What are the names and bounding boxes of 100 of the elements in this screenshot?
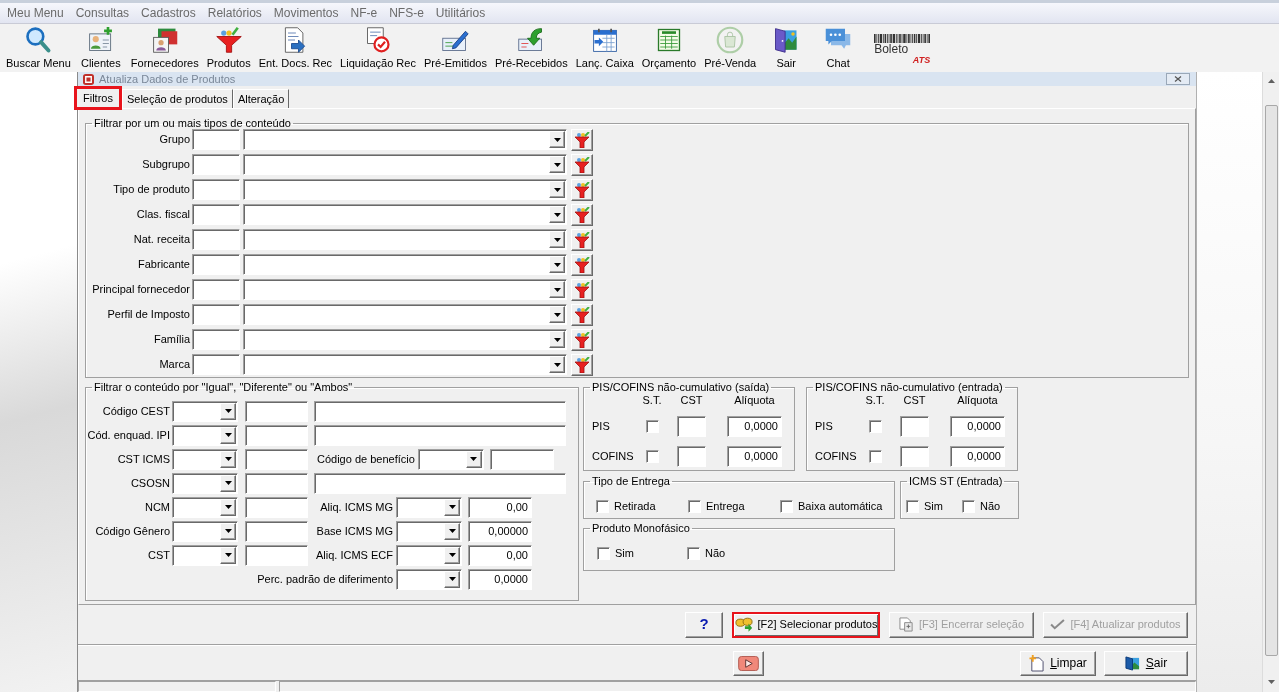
dropdown-button[interactable] [549, 256, 565, 273]
combo-box[interactable] [243, 204, 567, 225]
checkbox[interactable] [597, 547, 610, 560]
input-field[interactable] [192, 154, 240, 175]
checkbox[interactable] [596, 500, 609, 513]
checkbox[interactable] [687, 547, 700, 560]
checkbox[interactable] [645, 450, 659, 463]
combo-box[interactable] [396, 568, 462, 590]
dropdown-button[interactable] [220, 474, 236, 492]
scrollbar-thumb[interactable] [1264, 105, 1278, 656]
input-field[interactable] [192, 304, 240, 325]
input-field[interactable] [677, 446, 706, 467]
input-field[interactable] [677, 416, 706, 437]
input-field[interactable] [192, 179, 240, 200]
combo-box[interactable] [172, 448, 238, 470]
input-field[interactable] [314, 424, 566, 446]
filter-button[interactable] [571, 178, 593, 201]
combo-box[interactable] [172, 520, 238, 542]
dropdown-button[interactable] [549, 131, 565, 148]
input-field[interactable]: 0,0000 [727, 446, 782, 467]
combo-box[interactable] [172, 544, 238, 566]
menu-item[interactable]: Movimentos [267, 6, 345, 20]
combo-box[interactable] [243, 229, 567, 250]
filter-button[interactable] [571, 228, 593, 251]
menu-item[interactable]: Relatórios [201, 6, 268, 20]
checkbox[interactable] [645, 420, 659, 433]
dropdown-button[interactable] [444, 546, 460, 564]
dropdown-button[interactable] [549, 306, 565, 323]
help-button[interactable]: ? [685, 611, 723, 638]
dropdown-button[interactable] [549, 356, 565, 373]
menu-item[interactable]: Meu Menu [1, 6, 70, 20]
input-field[interactable]: 0,0000 [950, 416, 1005, 437]
combo-box[interactable] [172, 400, 238, 422]
combo-box[interactable] [172, 472, 238, 494]
combo-box[interactable] [396, 520, 462, 542]
dropdown-button[interactable] [444, 570, 460, 588]
filter-button[interactable] [571, 203, 593, 226]
dropdown-button[interactable] [549, 281, 565, 298]
input-field[interactable] [192, 329, 240, 350]
input-field[interactable]: 0,00000 [468, 520, 532, 542]
combo-box[interactable] [243, 179, 567, 200]
combo-box[interactable] [172, 496, 238, 518]
footer-button[interactable]: Sair [1104, 650, 1188, 676]
tab[interactable]: Seleção de produtos [121, 89, 233, 108]
filter-button[interactable] [571, 353, 593, 376]
menu-item[interactable]: NFS-e [383, 6, 430, 20]
dropdown-button[interactable] [220, 426, 236, 444]
tab[interactable]: Alteração [232, 89, 290, 108]
toolbar-button[interactable]: Pré-Emitidos [421, 24, 489, 70]
input-field[interactable] [245, 544, 308, 566]
checkbox[interactable] [780, 500, 793, 513]
filter-button[interactable] [571, 253, 593, 276]
tab[interactable]: Filtros [74, 86, 122, 110]
toolbar-button[interactable]: Sair [762, 24, 811, 70]
toolbar-button[interactable]: Fornecedores [128, 24, 201, 70]
dropdown-button[interactable] [220, 402, 236, 420]
dropdown-button[interactable] [549, 181, 565, 198]
dropdown-button[interactable] [220, 498, 236, 516]
checkbox[interactable] [688, 500, 701, 513]
filter-button[interactable] [571, 278, 593, 301]
combo-box[interactable] [396, 544, 462, 566]
input-field[interactable] [192, 279, 240, 300]
checkbox[interactable] [962, 500, 975, 513]
action-button[interactable]: [F2] Selecionar produtos [732, 611, 880, 638]
dropdown-button[interactable] [549, 156, 565, 173]
toolbar-button[interactable]: Pré-Recebidos [492, 24, 570, 70]
input-field[interactable] [900, 416, 929, 437]
toolbar-button[interactable]: Liquidação Rec [338, 24, 418, 70]
input-field[interactable] [489, 448, 554, 470]
toolbar-button[interactable]: Chat [814, 24, 863, 70]
scrollbar[interactable] [1262, 72, 1279, 692]
dropdown-button[interactable] [444, 498, 460, 516]
input-field[interactable] [245, 520, 308, 542]
input-field[interactable]: 0,00 [468, 496, 532, 518]
combo-box[interactable] [243, 279, 567, 300]
footer-button[interactable]: Limpar [1020, 650, 1096, 676]
combo-box[interactable] [243, 329, 567, 350]
filter-button[interactable] [571, 303, 593, 326]
input-field[interactable] [314, 400, 566, 422]
toolbar-button[interactable]: Orçamento [639, 24, 699, 70]
input-field[interactable] [245, 448, 308, 470]
input-field[interactable] [192, 129, 240, 150]
close-button[interactable] [1166, 73, 1190, 85]
toolbar-button[interactable]: Lanç. Caixa [573, 24, 636, 70]
input-field[interactable] [192, 354, 240, 375]
dropdown-button[interactable] [220, 522, 236, 540]
input-field[interactable]: 0,0000 [727, 416, 782, 437]
combo-box[interactable] [243, 304, 567, 325]
toolbar-button[interactable]: Produtos [204, 24, 253, 70]
video-button[interactable] [733, 650, 764, 676]
filter-button[interactable] [571, 153, 593, 176]
combo-box[interactable] [417, 448, 484, 470]
input-field[interactable] [245, 400, 308, 422]
toolbar-button[interactable]: Boleto ATS [872, 24, 933, 70]
input-field[interactable]: 0,00 [468, 544, 532, 566]
input-field[interactable] [245, 496, 308, 518]
combo-box[interactable] [243, 154, 567, 175]
input-field[interactable] [245, 424, 308, 446]
input-field[interactable] [314, 472, 566, 494]
checkbox[interactable] [868, 450, 882, 463]
